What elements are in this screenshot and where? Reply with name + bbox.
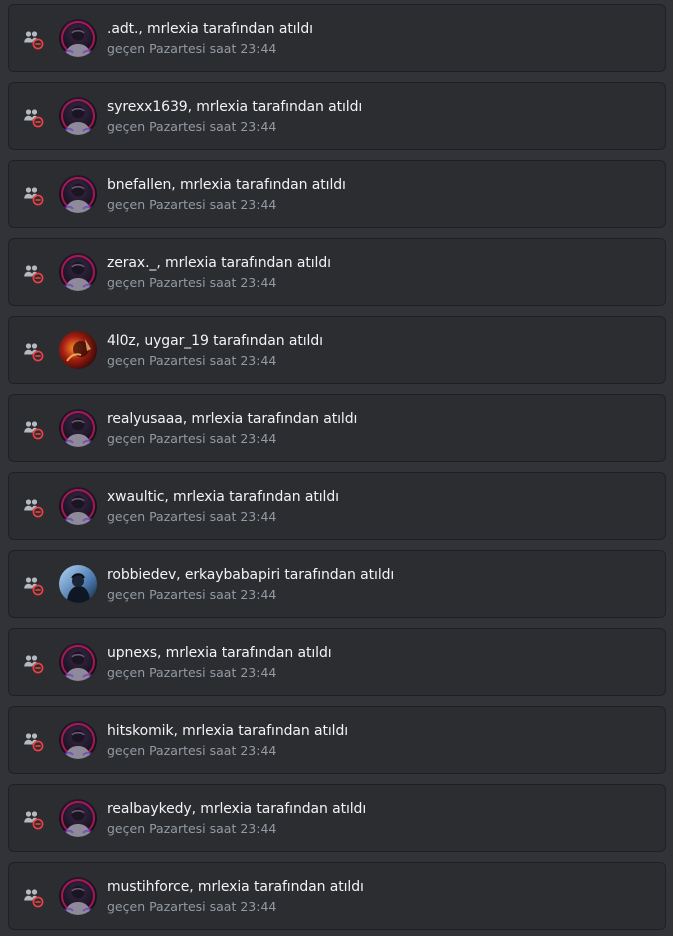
avatar-dark-masked-figure[interactable] [59,877,97,915]
member-kick-icon [23,887,45,909]
entry-timestamp: geçen Pazartesi saat 23:44 [107,197,277,212]
audit-log-entry[interactable]: hitskomik, mrlexia tarafından atıldı geç… [8,706,666,774]
member-kick-icon [23,575,45,597]
avatar-dark-masked-figure[interactable] [59,97,97,135]
entry-timestamp: geçen Pazartesi saat 23:44 [107,431,277,446]
member-kick-icon [23,419,45,441]
avatar-dark-masked-figure[interactable] [59,721,97,759]
entry-title: xwaultic, mrlexia tarafından atıldı [107,489,339,505]
entry-timestamp: geçen Pazartesi saat 23:44 [107,41,277,56]
audit-log-entry[interactable]: xwaultic, mrlexia tarafından atıldı geçe… [8,472,666,540]
avatar-dark-masked-figure[interactable] [59,799,97,837]
audit-log-entry[interactable]: syrexx1639, mrlexia tarafından atıldı ge… [8,82,666,150]
entry-timestamp: geçen Pazartesi saat 23:44 [107,509,277,524]
member-kick-icon [23,263,45,285]
entry-title: syrexx1639, mrlexia tarafından atıldı [107,99,363,115]
avatar-dark-masked-figure[interactable] [59,175,97,213]
entry-title: zerax._, mrlexia tarafından atıldı [107,255,331,271]
avatar-dark-masked-figure[interactable] [59,19,97,57]
entry-timestamp: geçen Pazartesi saat 23:44 [107,587,277,602]
audit-log-entry[interactable]: bnefallen, mrlexia tarafından atıldı geç… [8,160,666,228]
avatar-dark-masked-figure[interactable] [59,409,97,447]
audit-log-entry[interactable]: robbiedev, erkaybabapiri tarafından atıl… [8,550,666,618]
member-kick-icon [23,497,45,519]
member-kick-icon [23,653,45,675]
avatar-blue-hooded-figure[interactable] [59,565,97,603]
entry-title: upnexs, mrlexia tarafından atıldı [107,645,332,661]
member-kick-icon [23,29,45,51]
entry-timestamp: geçen Pazartesi saat 23:44 [107,665,277,680]
member-kick-icon [23,731,45,753]
avatar-dark-masked-figure[interactable] [59,487,97,525]
audit-log-entry[interactable]: zerax._, mrlexia tarafından atıldı geçen… [8,238,666,306]
entry-title: 4l0z, uygar_19 tarafından atıldı [107,333,323,349]
entry-timestamp: geçen Pazartesi saat 23:44 [107,275,277,290]
entry-title: robbiedev, erkaybabapiri tarafından atıl… [107,567,395,583]
member-kick-icon [23,107,45,129]
entry-timestamp: geçen Pazartesi saat 23:44 [107,743,277,758]
entry-title: realbaykedy, mrlexia tarafından atıldı [107,801,367,817]
avatar-fiery-red-portrait[interactable] [59,331,97,369]
audit-log-entry[interactable]: realbaykedy, mrlexia tarafından atıldı g… [8,784,666,852]
entry-timestamp: geçen Pazartesi saat 23:44 [107,353,277,368]
audit-log-entry[interactable]: .adt., mrlexia tarafından atıldı geçen P… [8,4,666,72]
audit-log-list: .adt., mrlexia tarafından atıldı geçen P… [0,0,673,936]
avatar-dark-masked-figure[interactable] [59,643,97,681]
entry-title: bnefallen, mrlexia tarafından atıldı [107,177,346,193]
audit-log-entry[interactable]: upnexs, mrlexia tarafından atıldı geçen … [8,628,666,696]
audit-log-entry[interactable]: 4l0z, uygar_19 tarafından atıldı geçen P… [8,316,666,384]
entry-title: realyusaaa, mrlexia tarafından atıldı [107,411,358,427]
entry-timestamp: geçen Pazartesi saat 23:44 [107,821,277,836]
entry-title: hitskomik, mrlexia tarafından atıldı [107,723,349,739]
member-kick-icon [23,341,45,363]
audit-log-entry[interactable]: mustihforce, mrlexia tarafından atıldı g… [8,862,666,930]
entry-timestamp: geçen Pazartesi saat 23:44 [107,119,277,134]
member-kick-icon [23,185,45,207]
entry-timestamp: geçen Pazartesi saat 23:44 [107,899,277,914]
entry-title: .adt., mrlexia tarafından atıldı [107,21,313,37]
member-kick-icon [23,809,45,831]
audit-log-entry[interactable]: realyusaaa, mrlexia tarafından atıldı ge… [8,394,666,462]
avatar-dark-masked-figure[interactable] [59,253,97,291]
entry-title: mustihforce, mrlexia tarafından atıldı [107,879,364,895]
